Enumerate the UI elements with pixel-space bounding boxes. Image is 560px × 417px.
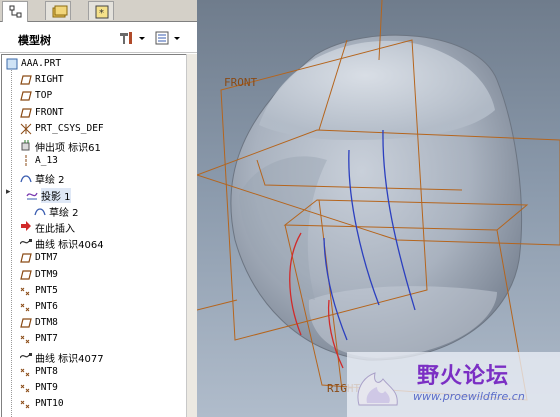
model-tree-header: 模型树 [0, 24, 197, 53]
tree-item[interactable]: 草绘 2 [2, 202, 186, 219]
tree-item[interactable]: PNT8 [2, 364, 186, 380]
tree-item[interactable]: PNT9 [2, 380, 186, 396]
tree-item-label: DTM9 [35, 268, 58, 280]
tree-scrollbar[interactable] [186, 54, 197, 417]
tree-item[interactable]: 曲线 标识4064 [2, 234, 186, 252]
tab-model-tree[interactable] [2, 1, 28, 22]
tree-item[interactable]: ▸ 投影 1 [2, 186, 186, 203]
tools-icon [120, 32, 145, 44]
tree-item[interactable]: PNT5 [2, 283, 186, 299]
tree-item-label: A_13 [35, 155, 58, 167]
tree-item[interactable]: DTM7 [2, 250, 186, 266]
tree-item-label: PNT6 [35, 301, 58, 312]
favorites-icon: * [95, 5, 109, 19]
tree-item-label: 伸出项 标识61 [35, 143, 101, 154]
model-tree-panel: * 模型树 AAA.PRT RIGHT TOP FRONT PRT_CSYS_DEF 伸出… [0, 0, 197, 417]
show-menu-button[interactable] [154, 29, 184, 47]
datum-plane-icon [20, 74, 32, 86]
tree-item-label: PNT10 [35, 398, 64, 410]
datum-point-icon [20, 285, 32, 297]
navigator-tabs: * [0, 0, 197, 22]
tree-item-label: PNT9 [35, 382, 58, 393]
list-view-icon [155, 31, 180, 45]
tree-item[interactable]: 曲线 标识4096 [2, 412, 186, 417]
tree-item-label: 曲线 标识4077 [35, 353, 104, 365]
tab-folder-browser[interactable] [45, 1, 71, 20]
tree-item-label: PNT7 [35, 333, 58, 345]
insert-here-icon [20, 220, 32, 232]
datum-plane-icon [20, 269, 32, 281]
axis-icon [20, 155, 32, 168]
tree-item-label: 投影 1 [41, 187, 71, 203]
datum-point-icon [20, 366, 32, 378]
tree-item-label: RIGHT [35, 74, 64, 86]
datum-point-icon [20, 382, 32, 394]
tree-item[interactable]: FRONT [2, 105, 186, 121]
tree-item-label: 草绘 2 [35, 175, 65, 187]
tree-item-label: PRT_CSYS_DEF [35, 122, 104, 134]
model-tree-icon [9, 5, 22, 18]
tab-favorites[interactable]: * [88, 1, 114, 20]
tree-item[interactable]: PNT10 [2, 396, 186, 412]
tree-item-label: PNT8 [35, 365, 58, 377]
tree-item[interactable]: PNT6 [2, 299, 186, 315]
forum-logo-icon [357, 372, 398, 406]
datum-plane-icon [20, 107, 32, 119]
datum-label-front: FRONT [224, 76, 257, 89]
extrude-icon [20, 139, 32, 151]
settings-menu-button[interactable] [118, 29, 148, 47]
expand-toggle-icon[interactable]: ▸ [6, 187, 11, 197]
model-tree[interactable]: AAA.PRT RIGHT TOP FRONT PRT_CSYS_DEF 伸出项 标识61… [1, 54, 187, 417]
tree-item[interactable]: 草绘 2 [2, 169, 186, 187]
projection-icon [26, 188, 38, 200]
tree-item-label: TOP [35, 90, 53, 102]
watermark-url: www.proewildfire.cn [413, 390, 525, 403]
tree-item[interactable]: 伸出项 标识61 [2, 137, 186, 154]
tree-item-label: 曲线 标识4064 [35, 240, 104, 252]
watermark-title: 野火论坛 [417, 364, 510, 389]
tree-item[interactable]: TOP [2, 88, 186, 104]
curve-icon [19, 350, 32, 362]
datum-plane-icon [20, 90, 32, 102]
tree-item[interactable]: DTM9 [2, 267, 186, 283]
tree-item-label: 草绘 2 [49, 207, 79, 219]
curve-icon [19, 236, 32, 248]
datum-plane-icon [20, 252, 32, 264]
tree-item[interactable]: 在此插入 [2, 218, 186, 235]
tree-item-label: DTM7 [35, 252, 58, 264]
tree-item[interactable]: 曲线 标识4077 [2, 348, 186, 365]
part-icon [6, 58, 18, 70]
tree-item[interactable]: AAA.PRT [2, 56, 186, 72]
folder-icon [52, 5, 68, 18]
tree-item[interactable]: RIGHT [2, 72, 186, 88]
tree-item[interactable]: PRT_CSYS_DEF [2, 121, 186, 137]
svg-text:*: * [99, 8, 104, 19]
tree-item-label: PNT5 [35, 284, 58, 296]
tree-item-label: 在此插入 [35, 224, 75, 235]
tree-item-label: FRONT [35, 106, 64, 118]
tree-item-label: AAA.PRT [21, 58, 62, 69]
datum-point-icon [20, 333, 32, 345]
forum-watermark: 野火论坛 www.proewildfire.cn [347, 352, 560, 417]
tree-item[interactable]: DTM8 [2, 315, 186, 331]
model-tree-title: 模型树 [18, 34, 51, 47]
tree-item[interactable]: A_13 [2, 153, 186, 169]
coordinate-system-icon [20, 123, 32, 135]
datum-plane-icon [20, 317, 32, 329]
tree-item[interactable]: PNT7 [2, 331, 186, 347]
tree-item-label: DTM8 [35, 317, 58, 329]
datum-point-icon [20, 301, 32, 313]
sketch-icon [20, 171, 32, 183]
sketch-icon [34, 204, 46, 216]
datum-point-icon [20, 398, 32, 410]
